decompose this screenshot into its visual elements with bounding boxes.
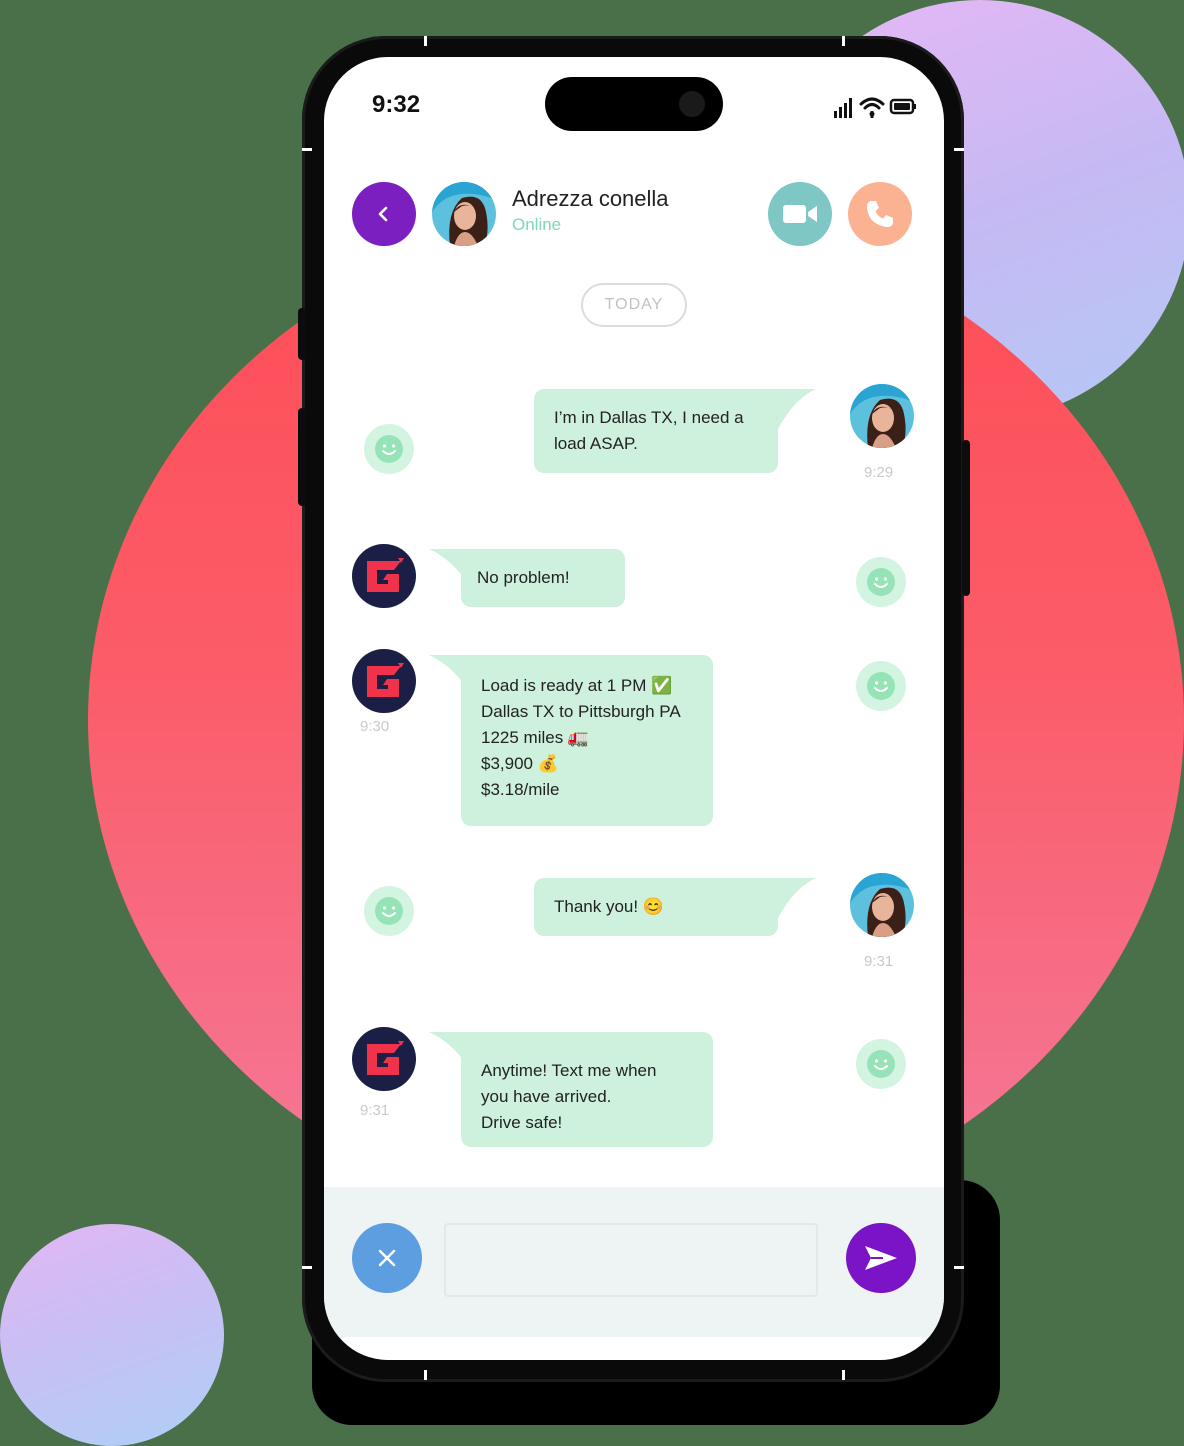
video-camera-icon xyxy=(783,205,817,223)
message-time: 9:31 xyxy=(864,953,894,970)
message-bubble-incoming: Load is ready at 1 PM ✅ Dallas TX to Pit… xyxy=(461,655,713,826)
message-bubble-outgoing: I’m in Dallas TX, I need a load ASAP. xyxy=(534,389,778,473)
video-call-button[interactable] xyxy=(768,182,832,246)
back-button[interactable] xyxy=(352,182,416,246)
antenna-band xyxy=(424,1370,427,1380)
chevron-left-icon xyxy=(378,206,388,222)
camera-icon xyxy=(679,91,705,117)
message-line: Load is ready at 1 PM ✅ xyxy=(481,676,673,695)
close-icon xyxy=(378,1249,396,1267)
message-line: 1225 miles 🚛 xyxy=(481,728,590,747)
reaction-button[interactable] xyxy=(364,424,414,474)
dispatcher-avatar xyxy=(352,544,416,608)
bubble-tail xyxy=(774,878,816,918)
battery-icon xyxy=(889,98,916,115)
message-time: 9:29 xyxy=(864,464,894,481)
antenna-band xyxy=(302,148,312,151)
contact-name: Adrezza conella xyxy=(512,186,669,211)
message-line: Dallas TX to Pittsburgh PA xyxy=(481,702,681,721)
message-time: 9:30 xyxy=(360,718,390,735)
message-line: $3,900 💰 xyxy=(481,754,559,773)
g-logo-icon xyxy=(367,558,404,592)
background-blob-small xyxy=(0,1224,224,1446)
signal-icon xyxy=(834,98,852,118)
reaction-button[interactable] xyxy=(856,1039,906,1089)
message-text: Load is ready at 1 PM ✅ Dallas TX to Pit… xyxy=(481,673,681,803)
g-logo-icon xyxy=(367,1041,404,1075)
message-text: Anytime! Text me when you have arrived. … xyxy=(481,1058,656,1136)
send-button[interactable] xyxy=(846,1223,916,1293)
antenna-band xyxy=(954,1266,964,1269)
reaction-button[interactable] xyxy=(856,557,906,607)
message-line: I’m in Dallas TX, I need a xyxy=(554,408,744,427)
reaction-button[interactable] xyxy=(364,886,414,936)
contact-status: Online xyxy=(512,215,562,234)
send-icon xyxy=(865,1246,897,1270)
message-line: load ASAP. xyxy=(554,434,638,453)
volume-button xyxy=(298,408,306,506)
antenna-band xyxy=(302,1266,312,1269)
smiley-icon xyxy=(867,1050,895,1078)
message-line: Drive safe! xyxy=(481,1113,563,1132)
smiley-icon xyxy=(867,568,895,596)
bubble-tail xyxy=(774,389,816,429)
power-button xyxy=(962,440,970,596)
message-bubble-outgoing: Thank you! 😊 xyxy=(534,878,778,936)
message-composer xyxy=(324,1187,944,1337)
cancel-button[interactable] xyxy=(352,1223,422,1293)
user-avatar xyxy=(850,873,914,937)
wifi-icon xyxy=(859,97,885,118)
status-icons xyxy=(832,93,920,121)
message-text: I’m in Dallas TX, I need a load ASAP. xyxy=(554,405,744,457)
dispatcher-avatar xyxy=(352,1027,416,1091)
voice-call-button[interactable] xyxy=(848,182,912,246)
dynamic-island xyxy=(545,77,723,131)
phone-icon xyxy=(867,201,893,227)
antenna-band xyxy=(842,1370,845,1380)
status-time: 9:32 xyxy=(372,91,421,118)
message-line: $3.18/mile xyxy=(481,780,560,799)
smiley-icon xyxy=(867,672,895,700)
antenna-band xyxy=(424,36,427,46)
message-text: No problem! xyxy=(477,568,570,587)
user-avatar xyxy=(850,384,914,448)
message-time: 9:31 xyxy=(360,1102,390,1119)
smiley-icon xyxy=(375,897,403,925)
contact-avatar[interactable] xyxy=(432,182,496,246)
phone-screen: 9:32 Adrezza conella Online TODAY I’m in… xyxy=(324,57,944,1360)
message-text: Thank you! 😊 xyxy=(554,897,664,916)
message-line: you have arrived. xyxy=(481,1087,612,1106)
message-line: Anytime! Text me when xyxy=(481,1061,657,1080)
smiley-icon xyxy=(375,435,403,463)
dispatcher-avatar xyxy=(352,649,416,713)
reaction-button[interactable] xyxy=(856,661,906,711)
message-bubble-incoming: No problem! xyxy=(461,549,625,607)
antenna-band xyxy=(954,148,964,151)
antenna-band xyxy=(842,36,845,46)
message-input[interactable] xyxy=(444,1223,818,1297)
date-divider: TODAY xyxy=(581,283,687,327)
message-bubble-incoming: Anytime! Text me when you have arrived. … xyxy=(461,1032,713,1147)
g-logo-icon xyxy=(367,663,404,697)
mute-switch xyxy=(298,308,306,360)
